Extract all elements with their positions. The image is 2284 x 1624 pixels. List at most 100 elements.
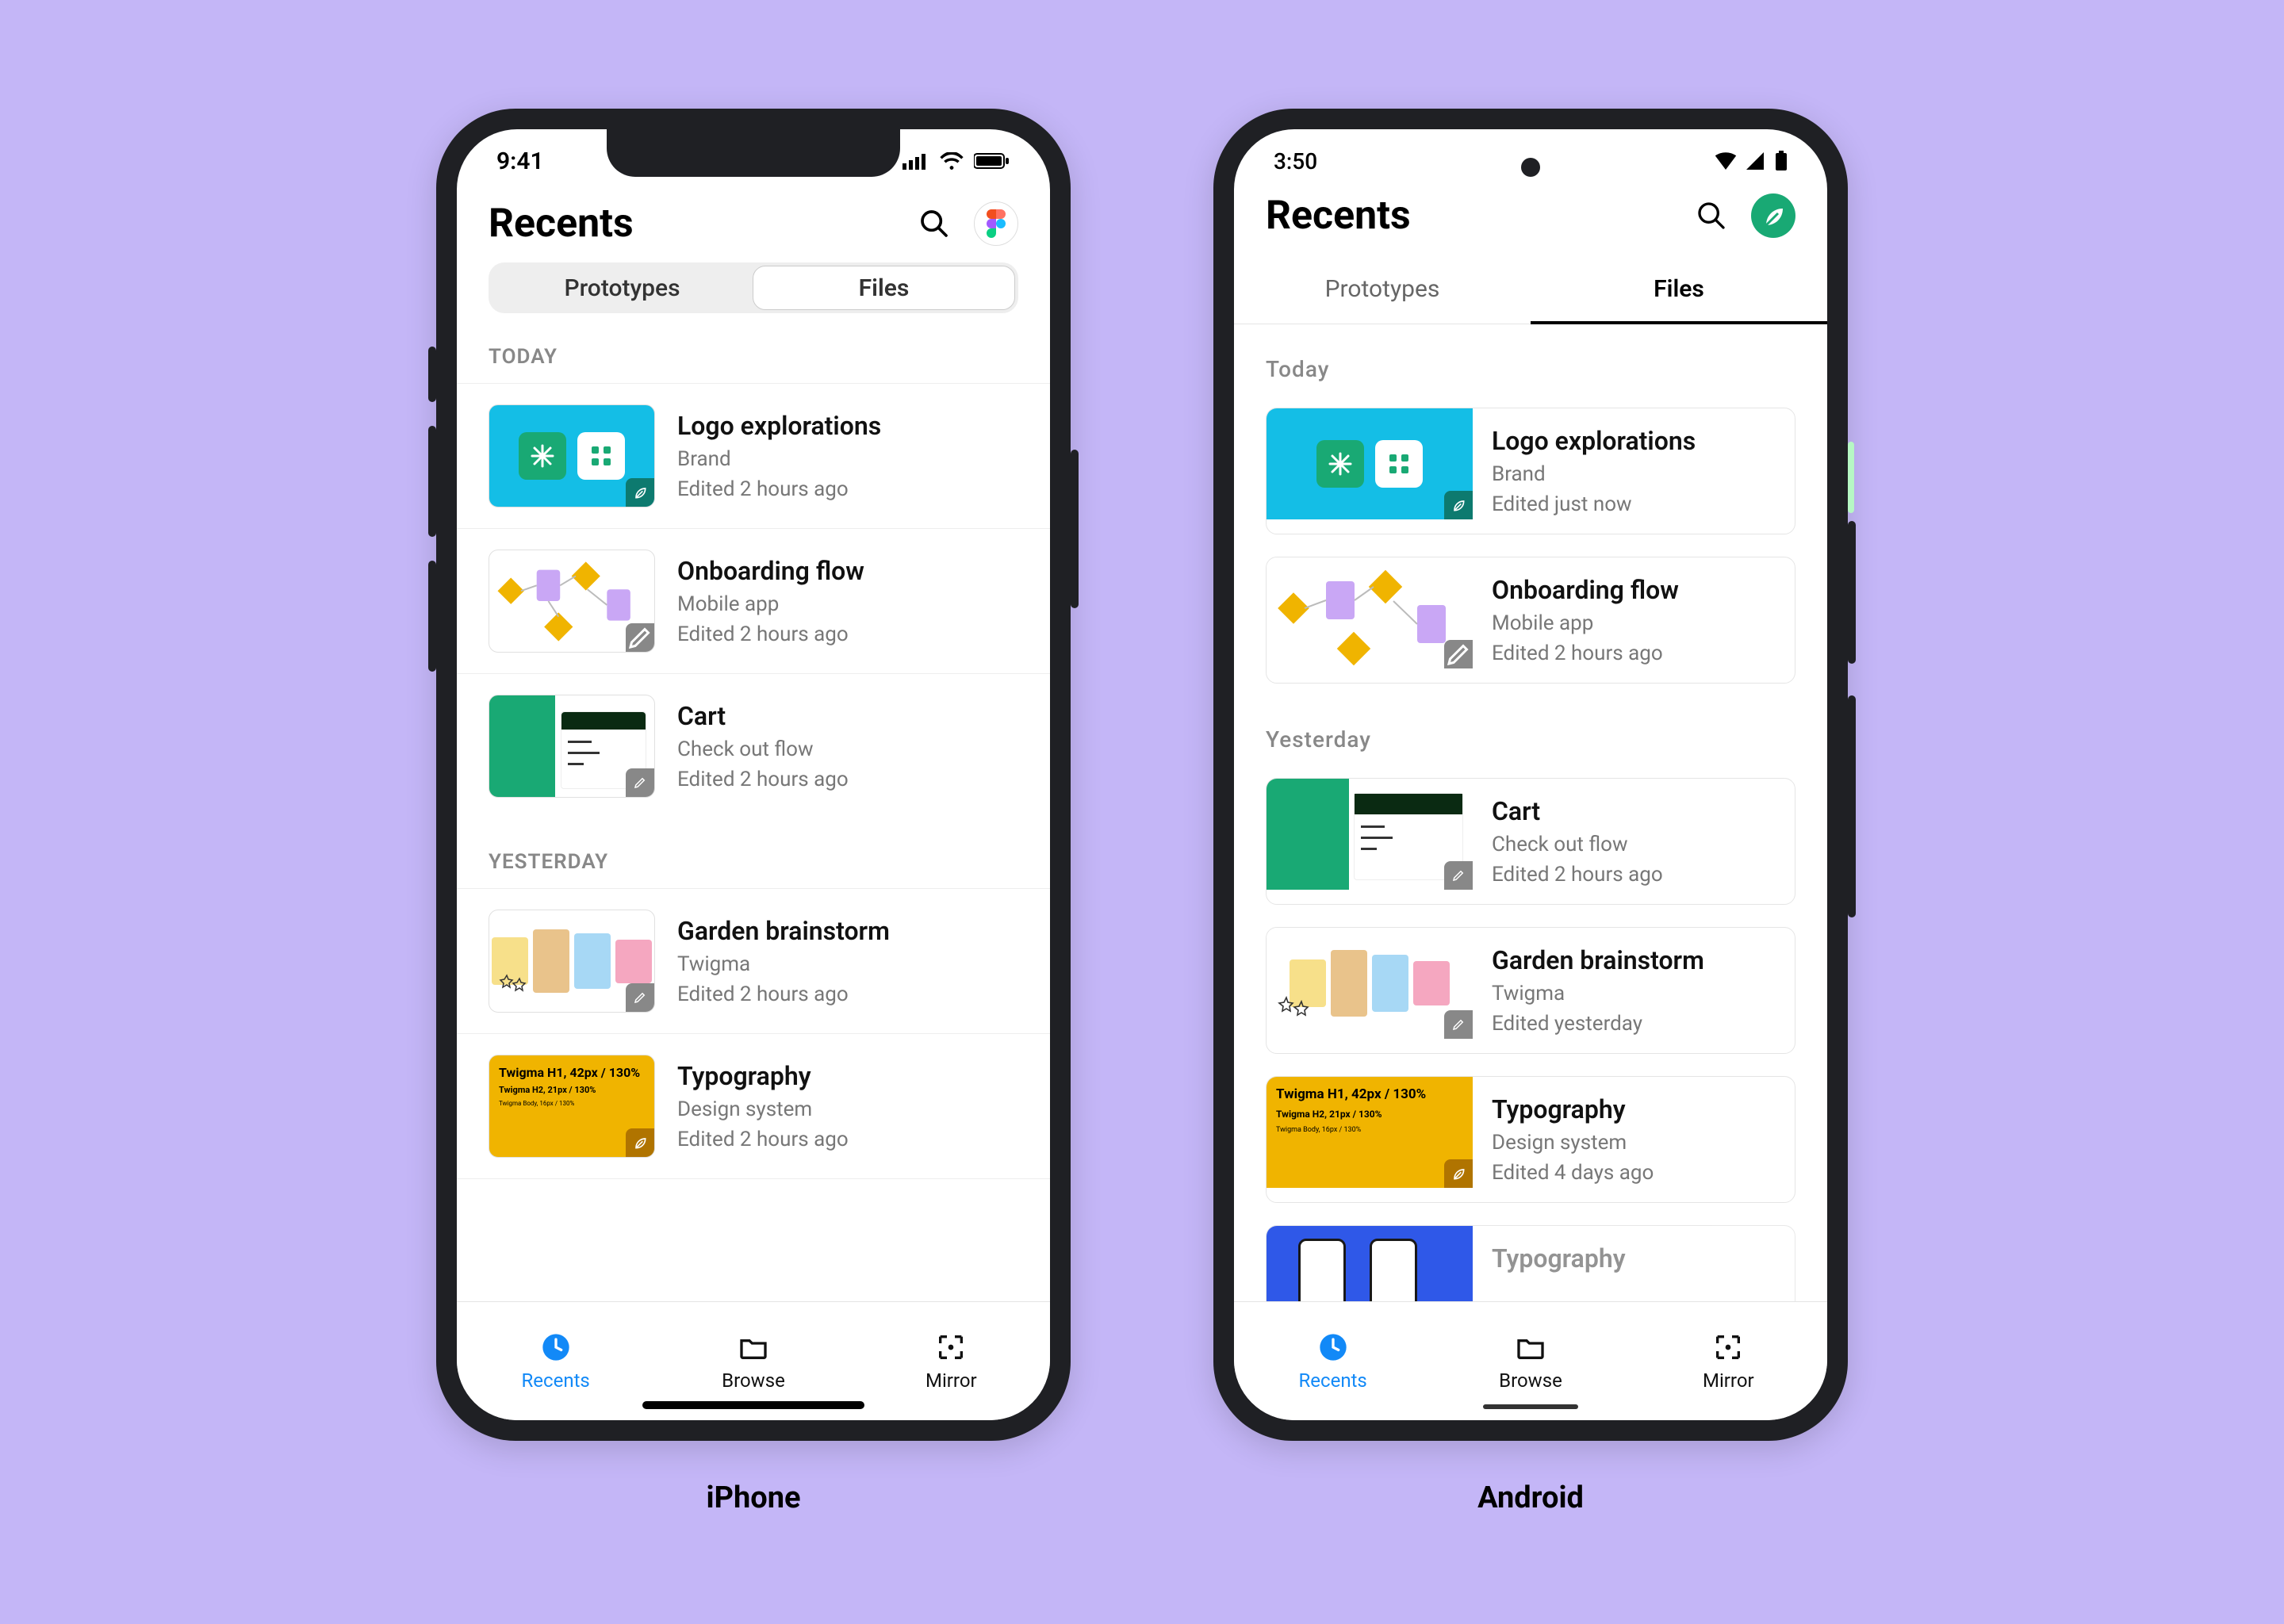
thumb-text: Twigma H2, 21px / 130% xyxy=(499,1085,645,1095)
mirror-icon xyxy=(1712,1331,1744,1363)
file-type-badge xyxy=(1444,491,1473,519)
file-title: Typography xyxy=(1492,1094,1654,1124)
device-label-iphone: iPhone xyxy=(706,1480,800,1515)
file-type-badge xyxy=(1444,1159,1473,1188)
file-type-badge xyxy=(626,1128,654,1157)
file-project: Twigma xyxy=(1492,982,1704,1005)
nav-label: Mirror xyxy=(1703,1369,1754,1392)
tab-prototypes[interactable]: Prototypes xyxy=(492,266,753,310)
file-row[interactable]: Onboarding flow Mobile app Edited 2 hour… xyxy=(1234,546,1827,695)
star-icon xyxy=(1278,996,1314,1023)
clock-icon xyxy=(1317,1331,1349,1363)
status-time: 3:50 xyxy=(1274,148,1317,174)
file-row[interactable]: ▬▬▬▬▬▬▬▬▬ Cart Check out flow Edited 2 h… xyxy=(457,673,1050,818)
file-edited: Edited 2 hours ago xyxy=(1492,642,1679,665)
nav-browse[interactable]: Browse xyxy=(1431,1302,1629,1420)
file-row[interactable]: ▬▬▬▬▬▬▬▬▬ Cart Check out flow Edited 2 h… xyxy=(1234,767,1827,916)
file-title: Cart xyxy=(677,701,849,731)
wifi-icon xyxy=(1715,152,1737,170)
file-type-badge xyxy=(1444,861,1473,890)
file-list[interactable]: TODAY Logo explorations Brand Edited 2 h… xyxy=(457,313,1050,1301)
pencil-icon xyxy=(1451,1017,1466,1032)
page-title: Recents xyxy=(489,201,634,247)
file-project: Brand xyxy=(677,447,881,471)
folder-icon xyxy=(1515,1331,1546,1363)
file-project: Mobile app xyxy=(1492,611,1679,635)
account-avatar[interactable] xyxy=(1751,193,1795,238)
grid-icon xyxy=(1387,452,1411,476)
tab-files[interactable]: Files xyxy=(753,266,1015,310)
cellular-icon xyxy=(1746,152,1765,170)
file-thumbnail: ▬▬▬▬▬▬▬▬▬ xyxy=(1267,779,1473,890)
file-edited: Edited 2 hours ago xyxy=(677,477,881,501)
file-row[interactable]: Logo explorations Brand Edited 2 hours a… xyxy=(457,383,1050,528)
page-title: Recents xyxy=(1266,193,1411,239)
leaf-icon xyxy=(1450,1166,1466,1182)
file-type-badge xyxy=(626,983,654,1012)
nav-label: Recents xyxy=(522,1369,590,1392)
pencil-icon xyxy=(1444,640,1473,668)
file-list[interactable]: Today Logo explorations Brand Edited jus… xyxy=(1234,324,1827,1301)
section-today-label: Today xyxy=(1234,324,1827,396)
file-project: Twigma xyxy=(677,952,890,976)
leaf-icon xyxy=(632,485,648,500)
search-icon xyxy=(1696,200,1727,232)
file-row[interactable]: Twigma H1, 42px / 130% Twigma H2, 21px /… xyxy=(1234,1065,1827,1214)
file-type-badge xyxy=(1444,640,1473,668)
thumb-text: Twigma Body, 16px / 130% xyxy=(1276,1126,1463,1134)
nav-recents[interactable]: Recents xyxy=(1234,1302,1431,1420)
nav-mirror[interactable]: Mirror xyxy=(853,1302,1050,1420)
file-thumbnail: Twigma H1, 42px / 130% Twigma H2, 21px /… xyxy=(1267,1077,1473,1188)
battery-icon xyxy=(1775,151,1788,171)
tab-files[interactable]: Files xyxy=(1531,255,1827,324)
home-indicator[interactable] xyxy=(642,1401,864,1409)
file-row[interactable]: Typography xyxy=(1234,1214,1827,1301)
section-yesterday-label: YESTERDAY xyxy=(457,818,1050,888)
file-row[interactable]: Onboarding flow Mobile app Edited 2 hour… xyxy=(457,528,1050,673)
asterisk-icon xyxy=(1327,450,1354,477)
nav-label: Browse xyxy=(722,1369,785,1392)
leaf-icon xyxy=(632,1135,648,1151)
android-camera xyxy=(1521,158,1540,177)
nav-mirror[interactable]: Mirror xyxy=(1630,1302,1827,1420)
file-row[interactable]: Logo explorations Brand Edited just now xyxy=(1234,396,1827,546)
status-time: 9:41 xyxy=(496,147,544,175)
file-title: Onboarding flow xyxy=(677,556,864,586)
file-row[interactable]: Garden brainstorm Twigma Edited 2 hours … xyxy=(457,888,1050,1033)
segmented-control: Prototypes Files xyxy=(489,262,1018,313)
search-button[interactable] xyxy=(912,201,956,246)
iphone-notch xyxy=(607,129,900,177)
home-indicator[interactable] xyxy=(1483,1404,1578,1409)
file-edited: Edited just now xyxy=(1492,492,1696,516)
file-row[interactable]: Twigma H1, 42px / 130% Twigma H2, 21px /… xyxy=(457,1033,1050,1179)
thumb-text: Twigma Body, 16px / 130% xyxy=(499,1100,645,1107)
file-type-badge xyxy=(1444,1010,1473,1039)
file-type-badge xyxy=(626,623,654,652)
file-title: Logo explorations xyxy=(1492,426,1696,456)
wifi-icon xyxy=(939,152,964,170)
tabs: Prototypes Files xyxy=(1234,255,1827,324)
file-title: Onboarding flow xyxy=(1492,575,1679,605)
pencil-icon xyxy=(633,776,647,790)
file-thumbnail xyxy=(1267,557,1473,668)
device-label-android: Android xyxy=(1477,1480,1584,1515)
tab-prototypes[interactable]: Prototypes xyxy=(1234,255,1531,324)
file-project: Design system xyxy=(677,1097,849,1121)
file-title: Garden brainstorm xyxy=(1492,945,1704,975)
section-today-label: TODAY xyxy=(457,313,1050,383)
avatar-icon xyxy=(1759,201,1788,230)
grid-icon xyxy=(589,444,613,468)
nav-recents[interactable]: Recents xyxy=(457,1302,654,1420)
leaf-icon xyxy=(1450,497,1466,513)
file-edited: Edited 2 hours ago xyxy=(677,768,849,791)
file-thumbnail: Twigma H1, 42px / 130% Twigma H2, 21px /… xyxy=(489,1055,655,1158)
account-button[interactable] xyxy=(974,201,1018,246)
search-button[interactable] xyxy=(1689,193,1734,238)
file-title: Cart xyxy=(1492,796,1663,826)
thumb-text: Twigma H1, 42px / 130% xyxy=(499,1065,645,1080)
file-thumbnail xyxy=(489,550,655,653)
iphone-device: 9:41 Recents xyxy=(436,109,1071,1441)
file-title: Garden brainstorm xyxy=(677,916,890,946)
file-title: Typography xyxy=(1492,1243,1626,1274)
file-row[interactable]: Garden brainstorm Twigma Edited yesterda… xyxy=(1234,916,1827,1065)
